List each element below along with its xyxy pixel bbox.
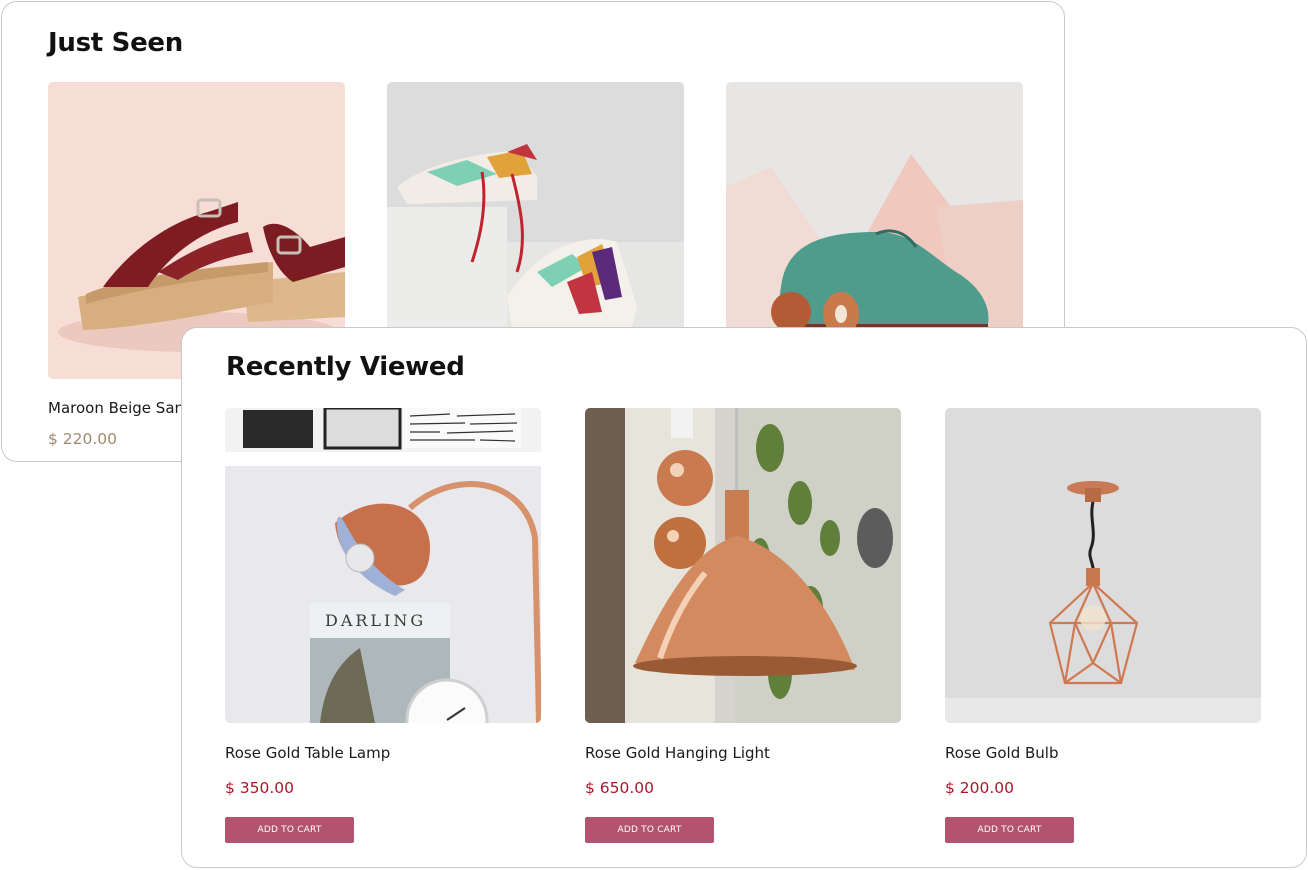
- product-name[interactable]: Rose Gold Bulb: [945, 744, 1058, 762]
- product-image-rose-gold-table-lamp[interactable]: DARLING: [225, 408, 541, 723]
- svg-text:DARLING: DARLING: [325, 611, 426, 630]
- add-to-cart-button[interactable]: ADD TO CART: [945, 817, 1074, 843]
- product-image-rose-gold-bulb[interactable]: [945, 408, 1261, 723]
- product-image-rose-gold-hanging-light[interactable]: [585, 408, 901, 723]
- add-to-cart-button[interactable]: ADD TO CART: [225, 817, 354, 843]
- recently-viewed-title: Recently Viewed: [226, 352, 465, 382]
- product-price: $ 220.00: [48, 430, 118, 448]
- product-name[interactable]: Rose Gold Table Lamp: [225, 744, 390, 762]
- add-to-cart-button[interactable]: ADD TO CART: [585, 817, 714, 843]
- product-name[interactable]: Rose Gold Hanging Light: [585, 744, 770, 762]
- product-price: $ 200.00: [945, 779, 1015, 797]
- product-price: $ 650.00: [585, 779, 655, 797]
- just-seen-title: Just Seen: [48, 28, 183, 58]
- recently-viewed-panel: Recently Viewed DARLING Rose Gold Table …: [181, 327, 1307, 868]
- product-price: $ 350.00: [225, 779, 295, 797]
